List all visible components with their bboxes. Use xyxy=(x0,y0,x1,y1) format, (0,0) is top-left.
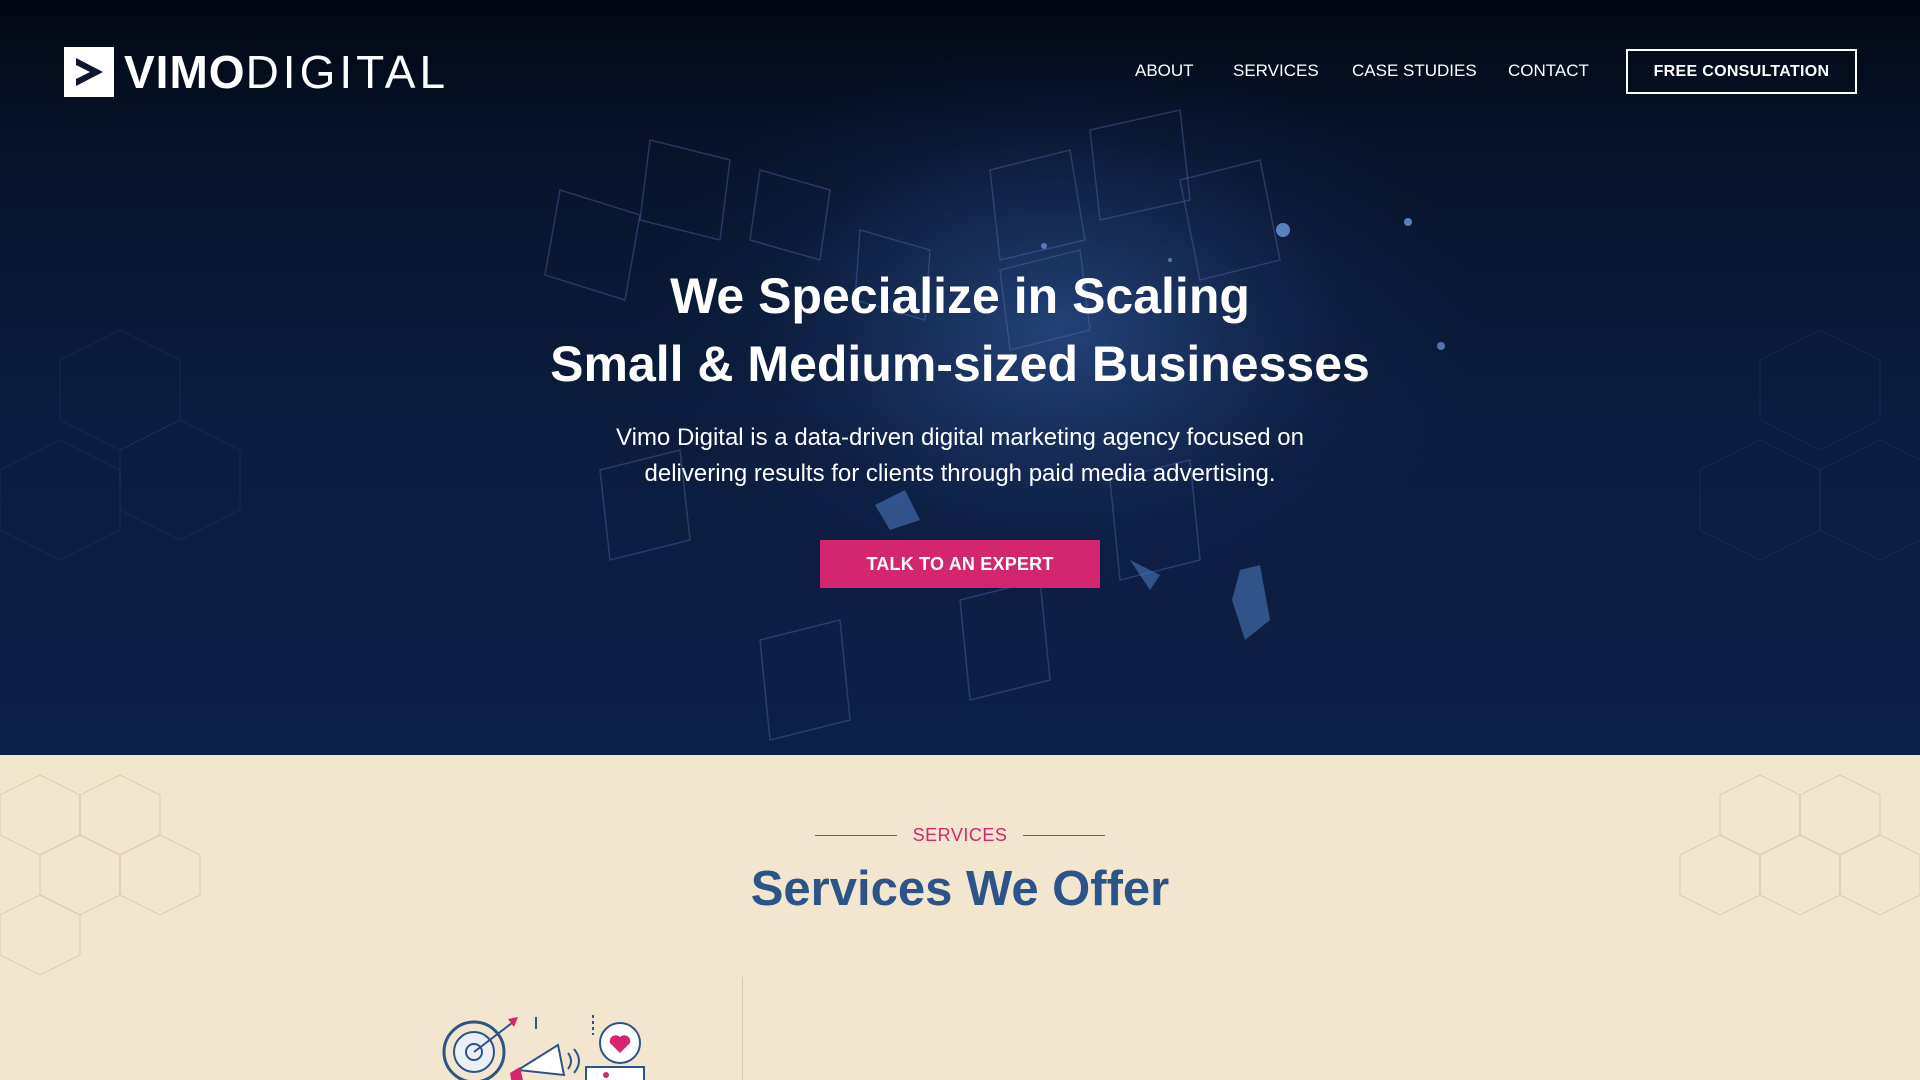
brand-wordmark: VIMODIGITAL xyxy=(124,46,449,98)
hero-headline: We Specialize in Scaling Small & Medium-… xyxy=(460,262,1460,398)
free-consultation-button[interactable]: FREE CONSULTATION xyxy=(1626,49,1857,94)
eyebrow-line-right xyxy=(1023,835,1106,836)
nav-item-about[interactable]: ABOUT xyxy=(1135,60,1194,82)
services-section: SERVICES Services We Offer xyxy=(0,755,1920,1080)
services-eyebrow-label: SERVICES xyxy=(912,825,1008,845)
brand-name-light: DIGITAL xyxy=(245,46,450,98)
play-arrow-icon xyxy=(64,47,114,97)
services-column-divider xyxy=(742,977,743,1080)
eyebrow-line-left xyxy=(814,835,897,836)
hero-subtext: Vimo Digital is a data-driven digital ma… xyxy=(520,420,1400,492)
top-navigation-bar: VIMODIGITAL ABOUT SERVICES CASE STUDIES … xyxy=(0,0,1920,120)
talk-to-expert-button[interactable]: TALK TO AN EXPERT xyxy=(820,540,1100,588)
services-title: Services We Offer xyxy=(750,862,1170,916)
hero-subtext-line-2: delivering results for clients through p… xyxy=(644,460,1276,487)
hero-subtext-line-1: Vimo Digital is a data-driven digital ma… xyxy=(616,424,1304,451)
nav-item-services[interactable]: SERVICES xyxy=(1233,60,1319,82)
brand-logo[interactable]: VIMODIGITAL xyxy=(64,46,449,98)
services-eyebrow: SERVICES xyxy=(0,825,1920,846)
nav-item-contact[interactable]: CONTACT xyxy=(1508,60,1589,82)
marketing-megaphone-target-icon xyxy=(442,1015,645,1080)
hero-headline-line-2: Small & Medium-sized Businesses xyxy=(550,336,1370,392)
hero-section: VIMODIGITAL ABOUT SERVICES CASE STUDIES … xyxy=(0,0,1920,755)
hero-headline-line-1: We Specialize in Scaling xyxy=(670,268,1250,324)
brand-name-bold: VIMO xyxy=(124,46,246,98)
nav-item-case-studies[interactable]: CASE STUDIES xyxy=(1352,60,1477,82)
